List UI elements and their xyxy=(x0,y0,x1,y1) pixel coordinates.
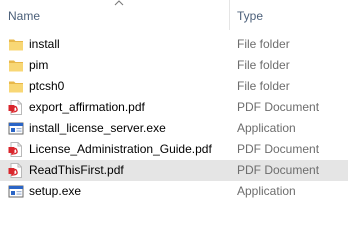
file-type: File folder xyxy=(237,58,290,72)
file-name: ptcsh0 xyxy=(29,79,65,93)
file-explorer: Name Type install File folder pim File f… xyxy=(0,0,348,222)
column-header: Name Type xyxy=(0,0,348,30)
file-name: License_Administration_Guide.pdf xyxy=(29,142,212,156)
file-row[interactable]: export_affirmation.pdf PDF Document xyxy=(0,97,348,118)
file-list: install File folder pim File folder ptcs… xyxy=(0,34,348,202)
file-name: pim xyxy=(29,58,49,72)
file-type: PDF Document xyxy=(237,163,320,177)
column-header-name[interactable]: Name xyxy=(0,0,229,30)
file-row[interactable]: License_Administration_Guide.pdf PDF Doc… xyxy=(0,139,348,160)
file-type: File folder xyxy=(237,79,290,93)
file-type: Application xyxy=(237,184,296,198)
file-type: Application xyxy=(237,121,296,135)
file-name: setup.exe xyxy=(29,184,82,198)
pdf-icon xyxy=(8,142,24,157)
file-row[interactable]: setup.exe Application xyxy=(0,181,348,202)
column-header-name-label: Name xyxy=(8,9,41,23)
pdf-icon xyxy=(8,163,24,178)
file-row[interactable]: ptcsh0 File folder xyxy=(0,76,348,97)
sort-ascending-arrow-icon xyxy=(114,0,124,7)
file-row[interactable]: install File folder xyxy=(0,34,348,55)
file-type: PDF Document xyxy=(237,100,320,114)
file-row[interactable]: install_license_server.exe Application xyxy=(0,118,348,139)
file-type: File folder xyxy=(237,37,290,51)
file-name: export_affirmation.pdf xyxy=(29,100,145,114)
file-name: ReadThisFirst.pdf xyxy=(29,163,124,177)
pdf-icon xyxy=(8,100,24,115)
file-row[interactable]: pim File folder xyxy=(0,55,348,76)
folder-icon xyxy=(8,58,24,73)
file-type: PDF Document xyxy=(237,142,320,156)
column-header-type[interactable]: Type xyxy=(230,0,348,30)
folder-icon xyxy=(8,37,24,52)
folder-icon xyxy=(8,79,24,94)
application-icon xyxy=(8,184,24,199)
application-icon xyxy=(8,121,24,136)
column-header-type-label: Type xyxy=(237,9,264,23)
file-row-hovered[interactable]: ReadThisFirst.pdf PDF Document xyxy=(0,160,348,181)
file-name: install_license_server.exe xyxy=(29,121,166,135)
file-name: install xyxy=(29,37,60,51)
